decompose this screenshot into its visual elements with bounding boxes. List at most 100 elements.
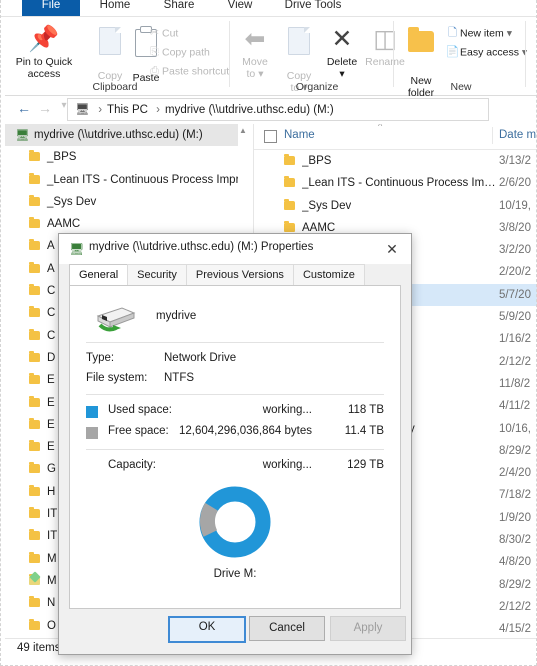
tree-item[interactable]: _Lean ITS - Continuous Process Improv xyxy=(5,169,248,191)
capacity-donut-chart xyxy=(70,482,400,568)
properties-button[interactable]: ❑ Prop xyxy=(529,21,537,69)
back-arrow-icon[interactable]: ← xyxy=(15,100,33,116)
capacity-row: Capacity: working... 129 TB xyxy=(86,459,384,476)
tree-item-label: _BPS xyxy=(47,151,77,164)
column-header-date-modified[interactable]: Date m xyxy=(499,129,536,141)
ribbon-tab-view[interactable]: View xyxy=(212,0,268,16)
folder-icon xyxy=(284,220,295,232)
tree-item-label: M xyxy=(47,552,57,565)
folder-icon xyxy=(29,462,40,474)
ribbon-group-clipboard: 📌 Pin to Quick access Copy Paste ✂ Cut ⎘… xyxy=(5,17,229,95)
new-item-icon: 🗋 xyxy=(448,27,457,39)
folder-icon xyxy=(29,529,40,541)
properties-icon: ❑ xyxy=(529,21,537,57)
delete-x-icon: ✕ xyxy=(331,25,353,53)
scroll-up-icon[interactable]: ▲ xyxy=(238,126,248,135)
folder-icon xyxy=(29,373,40,385)
tab-general[interactable]: General xyxy=(69,264,129,287)
drive-type-label: Type: xyxy=(86,352,115,364)
folder-icon xyxy=(29,284,40,296)
column-header-name[interactable]: Name xyxy=(284,129,315,141)
used-space-bytes: working... xyxy=(262,404,312,416)
ribbon-group-open: ❑ Prop xyxy=(529,17,537,95)
address-input[interactable]: 🖥 › This PC › mydrive (\\utdrive.uthsc.edu… xyxy=(67,98,489,121)
delete-button[interactable]: ✕ Delete ▾ xyxy=(321,21,363,80)
table-row[interactable]: _Sys Dev 10/19, xyxy=(254,195,537,217)
pin-icon: 📌 xyxy=(28,25,60,53)
new-item-button[interactable]: 🗋 New item ▾ xyxy=(445,25,512,42)
move-to-button[interactable]: ⬅ Move to ▾ xyxy=(233,21,277,80)
ribbon-separator-2 xyxy=(393,21,394,87)
tree-item-label: E xyxy=(47,374,55,387)
paste-shortcut-button[interactable]: ⎙ Paste shortcut xyxy=(147,63,229,80)
tree-item-label: E xyxy=(47,418,55,431)
tab-security[interactable]: Security xyxy=(127,264,187,287)
tree-item[interactable]: _BPS xyxy=(5,146,248,168)
ribbon: 📌 Pin to Quick access Copy Paste ✂ Cut ⎘… xyxy=(5,17,537,98)
close-icon[interactable]: ✕ xyxy=(373,234,411,264)
tree-item-label: A xyxy=(47,262,55,275)
free-space-label: Free space: xyxy=(108,425,169,437)
network-drive-icon: 🖥 xyxy=(15,130,30,142)
free-space-size: 11.4 TB xyxy=(344,425,384,437)
folder-icon xyxy=(29,484,40,496)
table-row[interactable]: _BPS 3/13/2 xyxy=(254,150,537,172)
ribbon-group-label-organize: Organize xyxy=(295,81,339,93)
folder-icon xyxy=(29,306,40,318)
ribbon-tab-home[interactable]: Home xyxy=(84,0,146,16)
tree-item-label: N xyxy=(47,597,56,610)
capacity-bytes: working... xyxy=(262,459,312,471)
tree-item-label: O xyxy=(47,619,56,632)
select-all-checkbox[interactable] xyxy=(264,130,277,143)
used-space-size: 118 TB xyxy=(347,404,384,416)
capacity-label: Capacity: xyxy=(108,459,156,471)
ribbon-group-organize: ⬅ Move to ▾ Copy to ▾ ✕ Delete ▾ ◫ Renam… xyxy=(233,17,405,95)
breadcrumb-mydrive[interactable]: mydrive (\\utdrive.uthsc.edu) (M:) xyxy=(165,104,334,116)
ok-button[interactable]: OK xyxy=(168,616,246,643)
address-bar-row: ← → ▾ ↑ 🖥 ›This PC ›mydrive (\\utdrive.u… xyxy=(5,96,537,122)
tree-item-label: AAMC xyxy=(47,218,81,231)
folder-icon xyxy=(284,154,295,165)
dialog-title: mydrive (\\utdrive.uthsc.edu) (M:) Prope… xyxy=(89,241,314,253)
new-folder-icon xyxy=(397,21,445,67)
cut-button[interactable]: ✂ Cut xyxy=(147,25,178,42)
folder-icon xyxy=(29,350,40,362)
tree-item-root-mydrive[interactable]: 🖥 mydrive (\\utdrive.uthsc.edu) (M:) xyxy=(5,124,248,147)
table-row[interactable]: _Lean ITS - Continuous Process Improv...… xyxy=(254,172,537,194)
tree-item-label: G xyxy=(47,463,56,476)
file-explorer-window: File Home Share View Drive Tools 📌 Pin t… xyxy=(0,0,537,666)
ribbon-tab-drive-tools[interactable]: Drive Tools xyxy=(272,0,354,16)
ribbon-tab-share[interactable]: Share xyxy=(150,0,208,16)
chevron-down-icon: ▾ xyxy=(339,67,345,80)
network-drive-icon: 🖥 xyxy=(75,104,90,116)
folder-icon xyxy=(29,150,40,162)
filesystem-label: File system: xyxy=(86,372,148,384)
ribbon-tab-file[interactable]: File xyxy=(22,0,80,16)
folder-icon xyxy=(29,194,40,206)
tree-item-label: D xyxy=(47,351,56,364)
tree-item[interactable]: _Sys Dev xyxy=(5,191,248,213)
used-space-row: Used space: working... 118 TB xyxy=(86,404,384,421)
forward-arrow-icon[interactable]: → xyxy=(36,100,54,116)
tree-item-label: C xyxy=(47,285,56,298)
tab-customize[interactable]: Customize xyxy=(292,264,365,287)
dialog-titlebar[interactable]: 🖥 mydrive (\\utdrive.uthsc.edu) (M:) Pro… xyxy=(59,234,411,264)
copy-path-button[interactable]: ⎘ Copy path xyxy=(147,44,210,61)
free-space-swatch xyxy=(86,427,98,439)
tree-item-label: mydrive (\\utdrive.uthsc.edu) (M:) xyxy=(34,129,203,141)
breadcrumb: 🖥 › This PC › mydrive (\\utdrive.uthsc.edu… xyxy=(75,104,334,116)
easy-access-button[interactable]: 📄Easy access ▾ xyxy=(445,44,528,61)
folder-icon xyxy=(29,395,40,407)
pin-to-quick-access-button[interactable]: 📌 Pin to Quick access xyxy=(7,21,81,80)
ribbon-separator-1 xyxy=(229,21,230,87)
divider xyxy=(86,449,384,450)
folder-icon xyxy=(29,328,40,340)
tab-previous-versions[interactable]: Previous Versions xyxy=(185,264,294,287)
cancel-button[interactable]: Cancel xyxy=(249,616,325,641)
mail-folder-icon xyxy=(29,573,40,585)
folder-icon xyxy=(29,596,40,608)
ribbon-tabstrip: File Home Share View Drive Tools xyxy=(0,0,537,16)
column-divider[interactable] xyxy=(492,127,493,144)
folder-icon xyxy=(29,551,40,563)
breadcrumb-this-pc[interactable]: This PC xyxy=(107,104,148,116)
